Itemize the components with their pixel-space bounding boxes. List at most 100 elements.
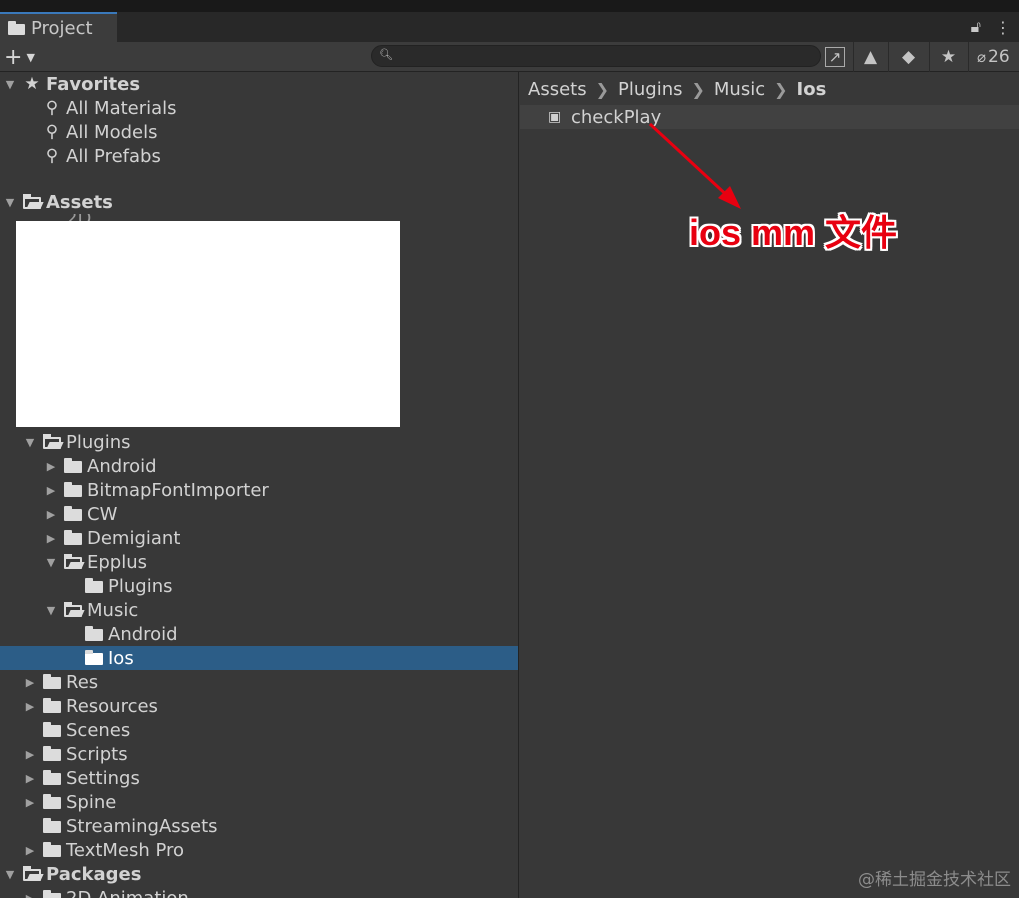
filter-by-type-button[interactable]: ▲ — [853, 42, 887, 72]
folder-icon — [42, 746, 62, 762]
lock-icon[interactable]: 🔓︎ — [971, 17, 981, 37]
asset-item-checkplay[interactable]: ▣ checkPlay — [520, 105, 1019, 129]
star-icon: ★ — [940, 47, 957, 67]
redacted-area — [16, 221, 400, 427]
tree-item-favorites[interactable]: ▼ ★ Favorites — [0, 72, 518, 96]
search-input[interactable]: 🔍︎ — [371, 45, 821, 67]
tree-item-all-prefabs[interactable]: ⚲ All Prefabs — [0, 144, 518, 168]
tree-item-packages[interactable]: ▼ Packages — [0, 862, 518, 886]
project-tree: ▼ ★ Favorites ⚲ All Materials ⚲ All Mode… — [0, 72, 519, 898]
breadcrumb-plugins[interactable]: Plugins — [618, 79, 682, 100]
collapse-arrow-icon[interactable]: ▶ — [45, 484, 57, 497]
folder-icon — [42, 842, 62, 858]
more-menu-icon[interactable]: ⋮ — [995, 18, 1011, 37]
collapse-arrow-icon[interactable]: ▶ — [24, 700, 36, 713]
tree-item-plugins[interactable]: ▼ Plugins — [0, 430, 518, 454]
tree-item-streamingassets[interactable]: ▶ StreamingAssets — [0, 814, 518, 838]
collapse-arrow-icon[interactable]: ▶ — [24, 796, 36, 809]
tree-item-music-android[interactable]: ▶ Android — [0, 622, 518, 646]
tree-item-label: CW — [87, 503, 118, 525]
content-panel: Assets ❯ Plugins ❯ Music ❯ Ios ▣ checkPl… — [520, 72, 1019, 898]
tab-actions: 🔓︎ ⋮ — [971, 12, 1019, 42]
expand-arrow-icon[interactable]: ▼ — [4, 78, 16, 91]
shapes-icon: ▲ — [863, 47, 878, 67]
collapse-arrow-icon[interactable]: ▶ — [24, 772, 36, 785]
expand-arrow-icon[interactable]: ▼ — [45, 556, 57, 569]
expand-arrow-icon[interactable]: ▼ — [24, 436, 36, 449]
tree-item-label: All Materials — [66, 97, 177, 119]
save-search-button[interactable]: ★ — [929, 42, 967, 72]
expand-arrow-icon[interactable]: ▼ — [4, 868, 16, 881]
collapse-arrow-icon[interactable]: ▶ — [24, 676, 36, 689]
collapse-arrow-icon[interactable]: ▶ — [24, 844, 36, 857]
tree-item-label: Ios — [108, 647, 134, 669]
tree-item-ios[interactable]: ▶ Ios — [0, 646, 518, 670]
tree-item-label: BitmapFontImporter — [87, 479, 269, 501]
tree-item-2d-animation[interactable]: ▶ 2D Animation — [0, 886, 518, 898]
folder-open-icon — [22, 866, 42, 882]
folder-icon — [42, 698, 62, 714]
tree-item-settings[interactable]: ▶ Settings — [0, 766, 518, 790]
tree-item-textmesh-pro[interactable]: ▶ TextMesh Pro — [0, 838, 518, 862]
hidden-packages-toggle[interactable]: ⌀ 26 — [968, 42, 1019, 72]
folder-open-icon — [42, 434, 62, 450]
expand-arrow-icon[interactable]: ▼ — [45, 604, 57, 617]
tree-item-scripts[interactable]: ▶ Scripts — [0, 742, 518, 766]
tree-item-all-materials[interactable]: ⚲ All Materials — [0, 96, 518, 120]
tree-item-scenes[interactable]: ▶ Scenes — [0, 718, 518, 742]
breadcrumb-music[interactable]: Music — [714, 79, 765, 100]
search-filter-icon: ↗ — [824, 47, 846, 67]
folder-icon — [84, 578, 104, 594]
folder-icon — [42, 818, 62, 834]
tree-item-label: Settings — [66, 767, 140, 789]
collapse-arrow-icon[interactable]: ▶ — [24, 748, 36, 761]
breadcrumb-assets[interactable]: Assets — [528, 79, 587, 100]
tree-item-label: Android — [87, 455, 157, 477]
folder-icon — [84, 626, 104, 642]
filter-by-label-button[interactable]: ◆ — [888, 42, 928, 72]
folder-icon — [63, 458, 83, 474]
chevron-right-icon: ❯ — [595, 79, 609, 99]
tree-item-bitmapfontimporter[interactable]: ▶ BitmapFontImporter — [0, 478, 518, 502]
collapse-arrow-icon[interactable]: ▶ — [45, 532, 57, 545]
plus-icon: + — [4, 44, 23, 70]
folder-icon — [42, 794, 62, 810]
tree-item-assets[interactable]: ▼ Assets — [0, 190, 518, 214]
tag-icon: ◆ — [901, 47, 916, 67]
folder-open-icon — [22, 194, 42, 210]
tree-item-spine[interactable]: ▶ Spine — [0, 790, 518, 814]
tree-item-label: StreamingAssets — [66, 815, 218, 837]
folder-icon — [63, 482, 83, 498]
chevron-right-icon: ❯ — [774, 79, 788, 99]
tree-item-label: Resources — [66, 695, 158, 717]
tree-item-cw[interactable]: ▶ CW — [0, 502, 518, 526]
tree-item-label: Epplus — [87, 551, 148, 573]
tree-item-demigiant[interactable]: ▶ Demigiant — [0, 526, 518, 550]
tree-item-epplus[interactable]: ▼ Epplus — [0, 550, 518, 574]
tab-project[interactable]: Project — [0, 12, 117, 42]
search-by-type-button[interactable]: ↗ — [822, 42, 848, 72]
expand-arrow-icon[interactable]: ▼ — [4, 196, 16, 209]
tree-item-music[interactable]: ▼ Music — [0, 598, 518, 622]
search-icon: ⚲ — [45, 146, 59, 166]
tree-item-res[interactable]: ▶ Res — [0, 670, 518, 694]
search-icon: ⚲ — [45, 122, 59, 142]
collapse-arrow-icon[interactable]: ▶ — [45, 460, 57, 473]
chevron-right-icon: ❯ — [691, 79, 705, 99]
folder-icon — [8, 20, 25, 35]
tree-item-all-models[interactable]: ⚲ All Models — [0, 120, 518, 144]
tree-item-label: 2D Animation — [66, 887, 189, 898]
breadcrumb-ios[interactable]: Ios — [797, 79, 827, 100]
tree-item-label: All Models — [66, 121, 158, 143]
collapse-arrow-icon[interactable]: ▶ — [24, 892, 36, 898]
tree-item-epplus-plugins[interactable]: ▶ Plugins — [0, 574, 518, 598]
star-icon: ★ — [24, 74, 40, 94]
tree-item-android[interactable]: ▶ Android — [0, 454, 518, 478]
tree-item-label: TextMesh Pro — [66, 839, 185, 861]
folder-open-icon — [63, 602, 83, 618]
tree-item-label: All Prefabs — [66, 145, 161, 167]
eye-slash-icon: ⌀ — [977, 48, 987, 66]
collapse-arrow-icon[interactable]: ▶ — [45, 508, 57, 521]
create-button[interactable]: + ▼ — [4, 44, 46, 70]
tree-item-resources[interactable]: ▶ Resources — [0, 694, 518, 718]
